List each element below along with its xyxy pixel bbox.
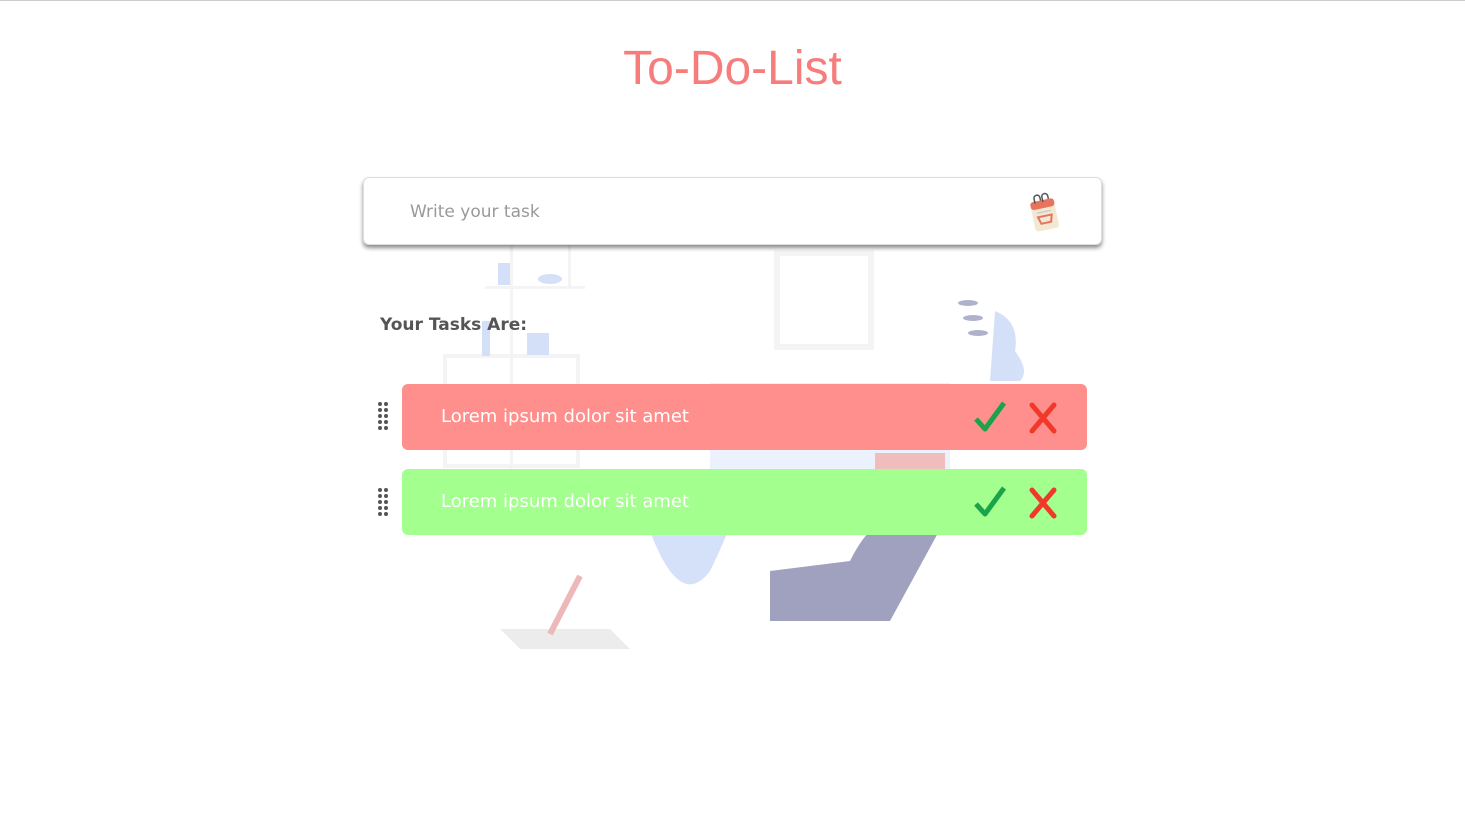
page-title: To-Do-List — [623, 42, 842, 95]
background-illustration — [443, 241, 1024, 649]
complete-check-icon[interactable] — [973, 486, 1007, 520]
task-item[interactable]: Lorem ipsum dolor sit amet — [402, 384, 1087, 450]
complete-check-icon[interactable] — [973, 401, 1007, 435]
task-text: Lorem ipsum dolor sit amet — [441, 491, 689, 512]
notepad-add-icon[interactable] — [1027, 190, 1061, 234]
tasks-heading: Your Tasks Are: — [380, 315, 528, 335]
delete-x-icon[interactable] — [1027, 401, 1061, 435]
delete-x-icon[interactable] — [1027, 486, 1061, 520]
drag-handle-icon[interactable] — [378, 488, 390, 518]
task-input[interactable] — [408, 196, 1012, 228]
task-item[interactable]: Lorem ipsum dolor sit amet — [402, 469, 1087, 535]
drag-handle-icon[interactable] — [378, 402, 390, 432]
task-text: Lorem ipsum dolor sit amet — [441, 406, 689, 427]
task-input-container — [363, 177, 1102, 245]
